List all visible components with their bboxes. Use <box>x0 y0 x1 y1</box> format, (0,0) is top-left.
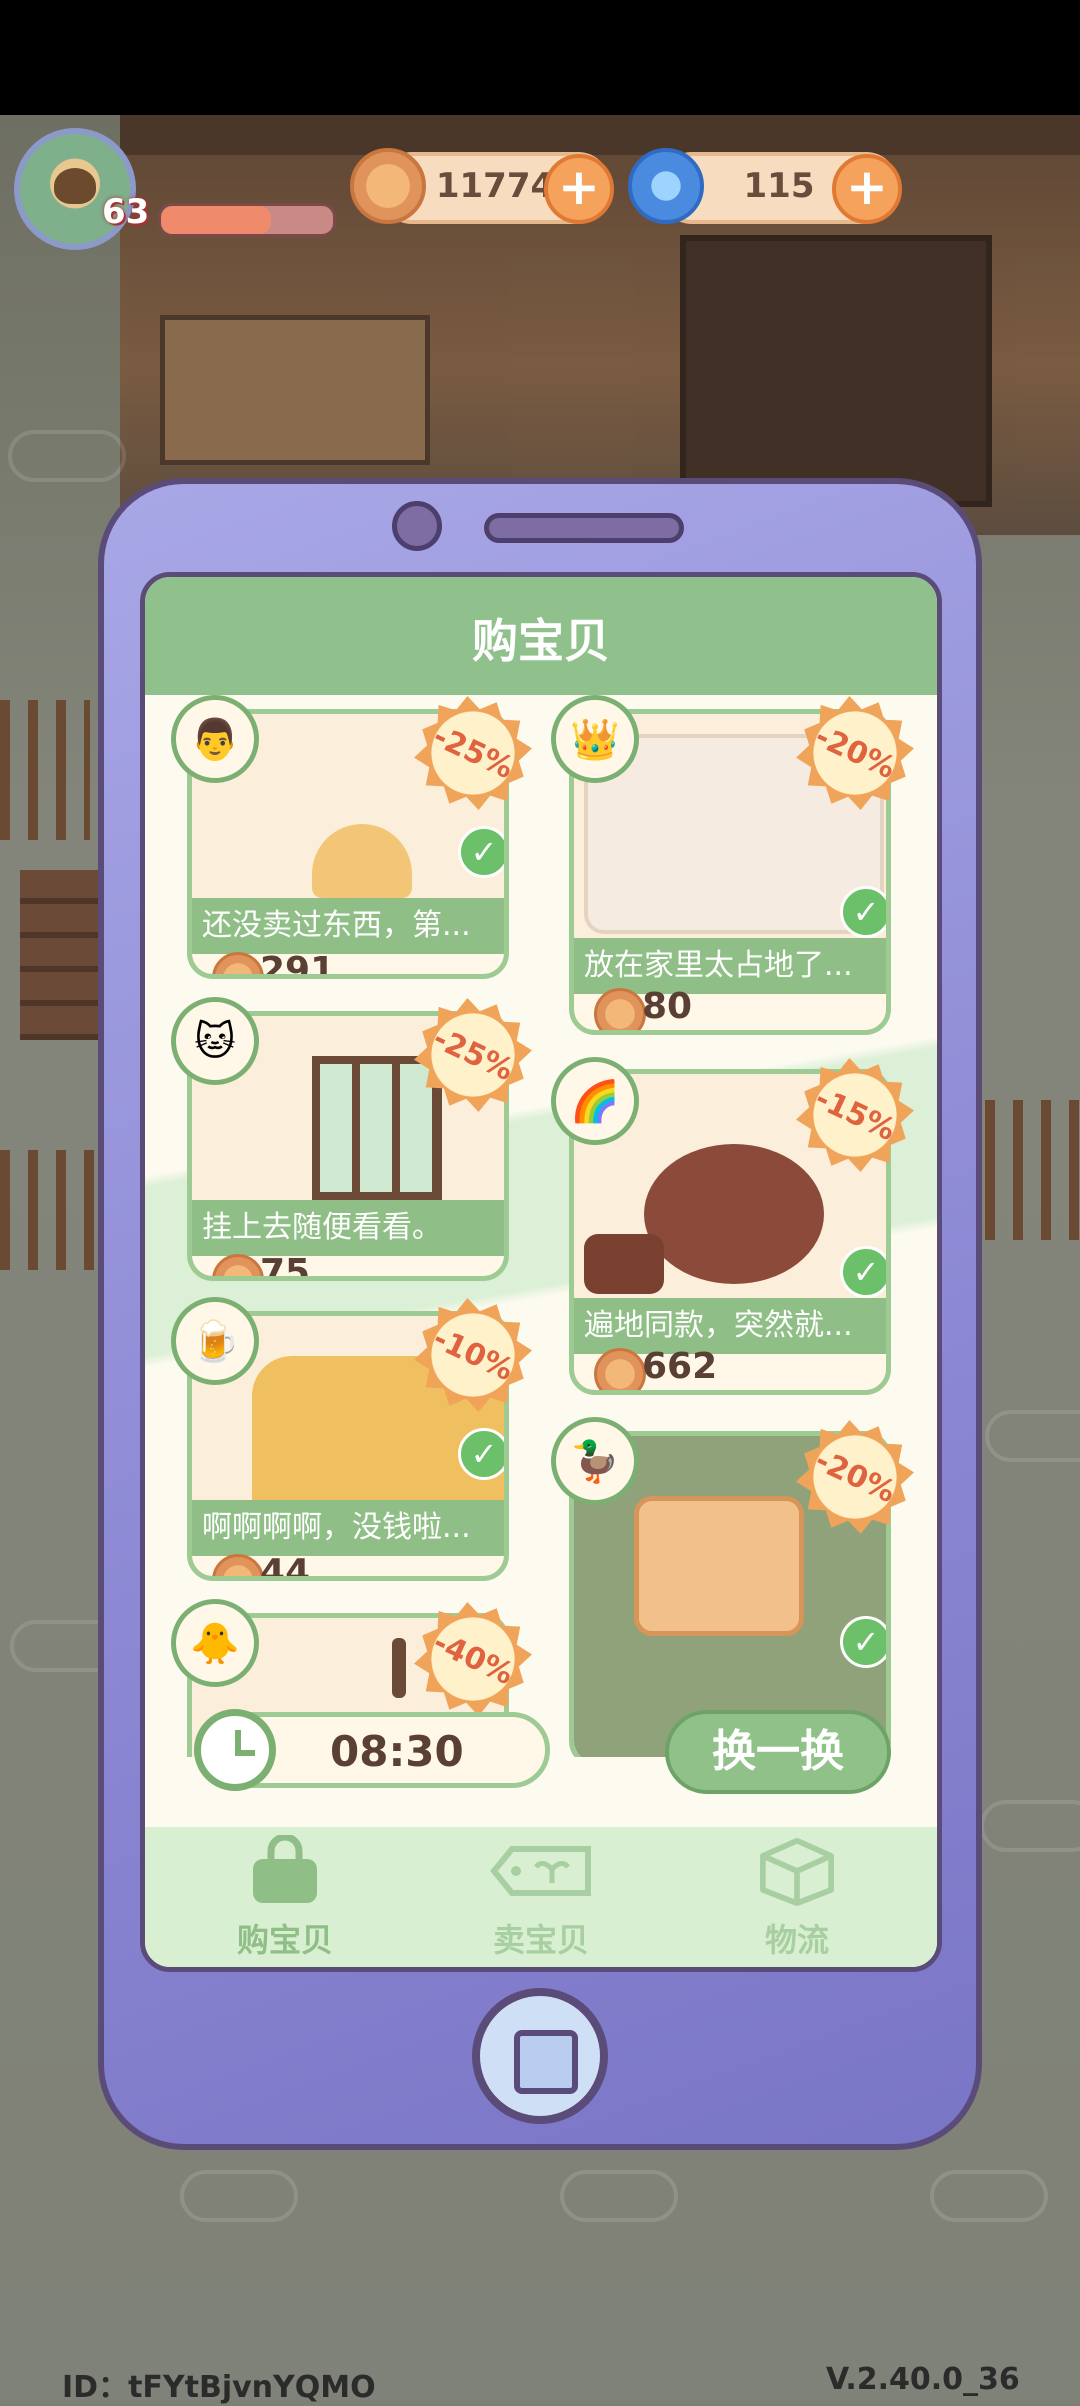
tab-sell-label: 卖宝贝 <box>492 1921 589 1959</box>
box-icon <box>760 1837 834 1907</box>
timer-text: 08:30 <box>330 1727 464 1776</box>
item-price: 44 <box>260 1552 311 1581</box>
cloud-decor <box>985 1410 1080 1462</box>
seller-avatar: 🐥 <box>171 1599 259 1687</box>
seller-avatar: 👑 <box>551 695 639 783</box>
coin-icon <box>212 1554 264 1576</box>
coin-icon <box>212 1254 264 1276</box>
xp-bar <box>158 203 336 237</box>
tab-buy[interactable]: 购宝贝 <box>185 1833 385 1961</box>
coin-icon <box>594 988 646 1030</box>
add-gems-button[interactable]: + <box>832 154 902 224</box>
phone-home-button[interactable] <box>472 1988 608 2124</box>
bed <box>680 235 992 507</box>
check-icon: ✓ <box>840 1616 886 1668</box>
seller-avatar: 🐱 <box>171 997 259 1085</box>
tab-logistics[interactable]: 物流 <box>697 1835 897 1961</box>
listing-list[interactable]: ✓ 还没卖过东西，第... 291 挂上去随便看看。 75 ✓ 啊啊啊啊，没钱啦… <box>145 695 937 1757</box>
coin-icon <box>212 952 264 974</box>
item-description: 遍地同款，突然就... <box>574 1298 886 1354</box>
seller-avatar: 👨 <box>171 695 259 783</box>
tab-logistics-label: 物流 <box>764 1921 829 1959</box>
cloud-decor <box>8 430 126 482</box>
phone-screen: 购宝贝 ✓ 还没卖过东西，第... 291 挂上去随便看看。 75 ✓ 啊啊啊啊… <box>140 572 942 1972</box>
check-icon: ✓ <box>458 1428 504 1480</box>
seller-avatar: 🦆 <box>551 1417 639 1505</box>
roof-beam <box>120 115 1080 155</box>
seller-avatar: 🍺 <box>171 1297 259 1385</box>
fence-left-lower <box>0 1150 95 1270</box>
phone-camera <box>392 501 442 551</box>
status-bar <box>0 0 1080 115</box>
item-description: 挂上去随便看看。 <box>192 1200 504 1256</box>
cloud-decor <box>180 2170 298 2222</box>
check-icon: ✓ <box>840 1246 886 1298</box>
check-icon: ✓ <box>458 826 504 878</box>
deer-face-icon <box>54 168 96 204</box>
player-level: 63 <box>102 192 150 232</box>
cloud-decor <box>930 2170 1048 2222</box>
app-header: 购宝贝 <box>145 577 937 695</box>
item-price: 80 <box>642 986 693 1027</box>
item-price: 662 <box>642 1346 718 1387</box>
item-description: 放在家里太占地了... <box>574 938 886 994</box>
version-label: V.2.40.0_36 <box>826 2362 1020 2397</box>
cloud-decor <box>560 2170 678 2222</box>
coin-icon <box>594 1348 646 1390</box>
shelf <box>160 315 430 465</box>
shopping-bag-icon <box>253 1833 317 1903</box>
tab-sell[interactable]: 卖宝贝 <box>441 1835 641 1961</box>
xp-bar-fill <box>161 206 272 234</box>
player-id: ID：tFYtBjvnYQMO <box>62 2370 376 2405</box>
gem-swirl-icon <box>628 148 704 224</box>
add-coins-button[interactable]: + <box>544 154 614 224</box>
fence-right <box>985 1100 1080 1240</box>
phone-speaker <box>484 513 684 543</box>
app-title: 购宝贝 <box>472 614 610 668</box>
clock-icon <box>194 1709 276 1791</box>
coin-icon <box>350 148 426 224</box>
item-description: 还没卖过东西，第... <box>192 898 504 954</box>
price-tag-icon <box>490 1846 591 1896</box>
refresh-button[interactable]: 换一换 <box>665 1710 891 1794</box>
refresh-timer: 08:30 <box>194 1709 550 1791</box>
check-icon: ✓ <box>840 886 886 938</box>
bottom-tab-bar: 购宝贝 卖宝贝 物流 <box>145 1827 937 1967</box>
tab-buy-label: 购宝贝 <box>236 1921 333 1959</box>
item-price: 75 <box>260 1252 311 1281</box>
fence-left <box>0 700 90 840</box>
home-square-icon <box>514 2030 578 2094</box>
item-description: 啊啊啊啊，没钱啦... <box>192 1500 504 1556</box>
seller-avatar: 🌈 <box>551 1057 639 1145</box>
cloud-decor <box>980 1800 1080 1852</box>
item-price: 291 <box>260 950 336 979</box>
